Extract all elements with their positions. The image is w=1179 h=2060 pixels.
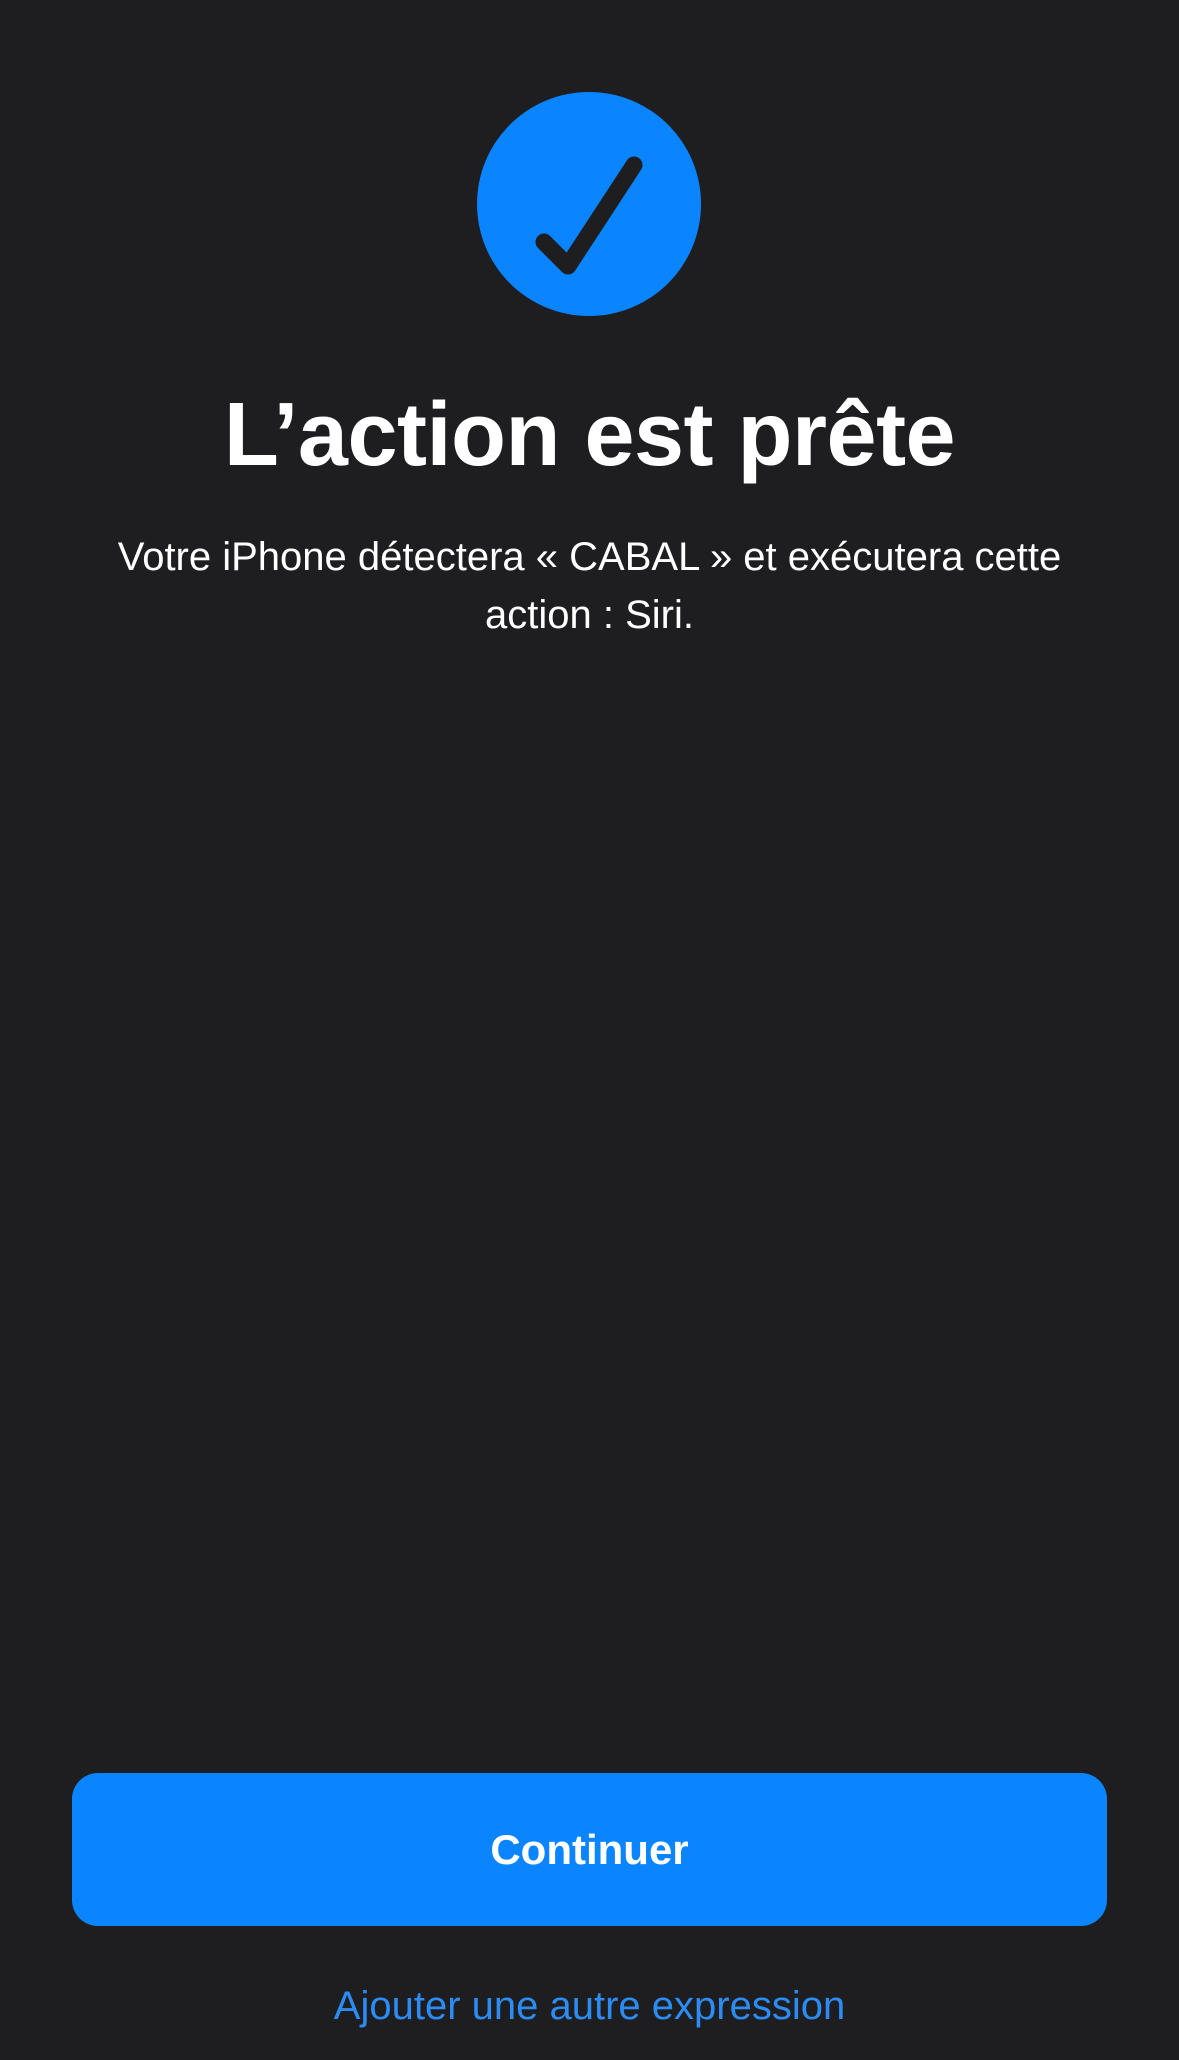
continue-button[interactable]: Continuer bbox=[72, 1773, 1107, 1926]
page-title: L’action est prête bbox=[223, 385, 956, 485]
page-description: Votre iPhone détectera « CABAL » et exéc… bbox=[117, 535, 1062, 637]
checkmark-circle-icon bbox=[477, 92, 701, 316]
add-phrase-link[interactable]: Ajouter une autre expression bbox=[0, 1978, 1179, 2034]
continue-button-label: Continuer bbox=[490, 1825, 689, 1873]
checkmark-icon bbox=[535, 156, 643, 275]
